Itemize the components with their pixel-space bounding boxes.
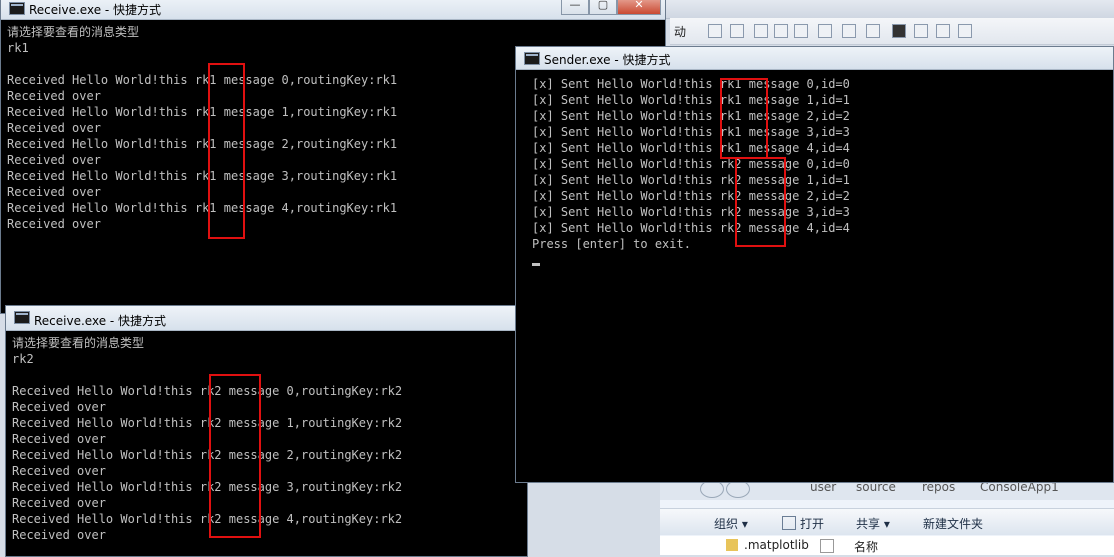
receive-rk1-titlebar[interactable]: Receive.exe - 快捷方式 — ▢ ✕ <box>1 0 665 20</box>
console-line: Received Hello World!this rk2 message 3,… <box>12 480 403 494</box>
close-button[interactable]: ✕ <box>617 0 661 15</box>
sender-console[interactable]: [x] Sent Hello World!this rk1 message 0,… <box>516 70 1113 482</box>
console-line: [x] Sent Hello World!this rk1 message 2,… <box>532 109 850 123</box>
console-line: Received Hello World!this rk2 message 4,… <box>12 512 403 526</box>
console-line: Received Hello World!this rk2 message 2,… <box>12 448 403 462</box>
toolbar-icon[interactable] <box>774 24 788 38</box>
sender-titlebar[interactable]: Sender.exe - 快捷方式 <box>516 47 1113 70</box>
console-line: rk2 <box>12 352 34 366</box>
console-line: Press [enter] to exit. <box>532 237 691 251</box>
column-header-name[interactable]: 名称 <box>854 538 878 555</box>
window-title: Receive.exe - 快捷方式 <box>29 3 162 17</box>
organize-button[interactable]: 组织 ▾ <box>714 515 748 532</box>
minimize-button[interactable]: — <box>561 0 589 15</box>
open-icon <box>782 516 796 530</box>
background-toolbar: 动 <box>670 18 1114 45</box>
toolbar-icon[interactable] <box>730 24 744 38</box>
receive-rk2-window: Receive.exe - 快捷方式 请选择要查看的消息类型 rk2 Recei… <box>5 305 528 557</box>
console-line: [x] Sent Hello World!this rk1 message 4,… <box>532 141 850 155</box>
console-line: [x] Sent Hello World!this rk2 message 0,… <box>532 157 850 171</box>
new-folder-button[interactable]: 新建文件夹 <box>923 515 983 532</box>
folder-icon <box>726 539 738 551</box>
console-line: [x] Sent Hello World!this rk2 message 4,… <box>532 221 850 235</box>
console-line: [x] Sent Hello World!this rk1 message 3,… <box>532 125 850 139</box>
console-line: [x] Sent Hello World!this rk2 message 2,… <box>532 189 850 203</box>
share-button[interactable]: 共享 ▾ <box>856 515 890 532</box>
console-line: 请选择要查看的消息类型 <box>7 25 140 39</box>
window-title: Sender.exe - 快捷方式 <box>544 53 671 67</box>
console-line: Received over <box>12 528 106 542</box>
receive-rk2-titlebar[interactable]: Receive.exe - 快捷方式 <box>6 306 527 331</box>
bookmark-icon[interactable] <box>892 24 906 38</box>
window-controls: — ▢ ✕ <box>561 0 661 15</box>
toolbar-icon[interactable] <box>936 24 950 38</box>
console-line: 请选择要查看的消息类型 <box>12 336 145 350</box>
console-line: Received over <box>12 496 106 510</box>
console-line: [x] Sent Hello World!this rk1 message 1,… <box>532 93 850 107</box>
highlight-box-rk2 <box>209 374 261 538</box>
text-cursor <box>532 263 540 266</box>
console-line: Received over <box>12 464 106 478</box>
console-line: Received over <box>12 432 106 446</box>
window-title: Receive.exe - 快捷方式 <box>34 314 167 328</box>
toolbar-icon[interactable] <box>818 24 832 38</box>
console-app-icon <box>524 52 540 65</box>
console-app-icon <box>9 2 25 15</box>
console-line: Received Hello World!this rk2 message 0,… <box>12 384 403 398</box>
sender-window: Sender.exe - 快捷方式 [x] Sent Hello World!t… <box>515 46 1114 483</box>
file-item-label[interactable]: .matplotlib <box>744 538 809 552</box>
console-line: [x] Sent Hello World!this rk2 message 1,… <box>532 173 850 187</box>
receive-rk2-console[interactable]: 请选择要查看的消息类型 rk2 Received Hello World!thi… <box>6 331 527 556</box>
toolbar-icon[interactable] <box>866 24 880 38</box>
console-line: [x] Sent Hello World!this rk1 message 0,… <box>532 77 850 91</box>
toolbar-icon[interactable] <box>842 24 856 38</box>
explorer-file-area: .matplotlib 名称 <box>660 536 1114 555</box>
console-line: [x] Sent Hello World!this rk2 message 3,… <box>532 205 850 219</box>
open-button[interactable]: 打开 <box>800 515 824 532</box>
highlight-box-rk1 <box>208 63 245 239</box>
toolbar-icon[interactable] <box>708 24 722 38</box>
console-app-icon <box>14 311 30 324</box>
checkbox-icon[interactable] <box>820 539 834 553</box>
maximize-button[interactable]: ▢ <box>589 0 617 15</box>
console-line: Received Hello World!this rk2 message 1,… <box>12 416 403 430</box>
toolbar-icon[interactable] <box>914 24 928 38</box>
toolbar-icon[interactable] <box>754 24 768 38</box>
explorer-command-bar: 组织 ▾ 打开 共享 ▾ 新建文件夹 <box>660 508 1114 535</box>
toolbar-partial-label: 动 <box>674 25 687 39</box>
highlight-box-sender-rk2 <box>735 157 786 247</box>
console-line: Received over <box>12 400 106 414</box>
highlight-box-sender-rk1 <box>720 78 768 159</box>
toolbar-icon[interactable] <box>958 24 972 38</box>
toolbar-icon[interactable] <box>794 24 808 38</box>
